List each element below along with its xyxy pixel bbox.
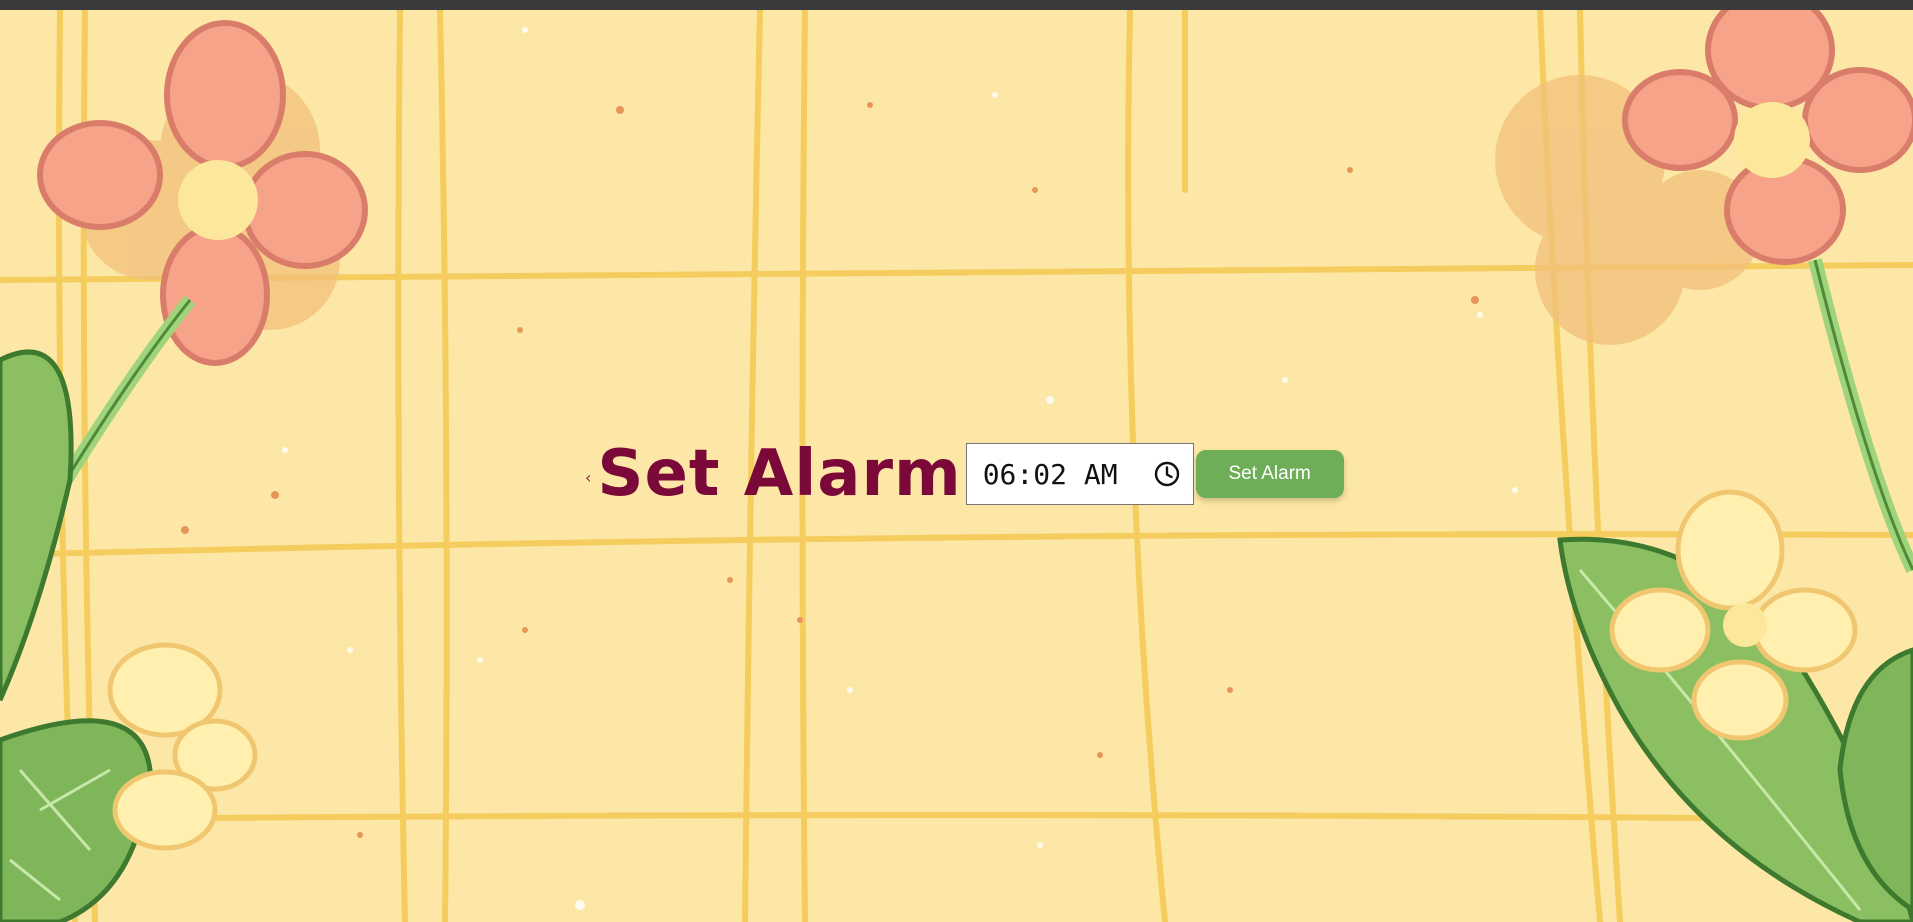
chevron-left-icon: ‹ [585, 467, 592, 487]
browser-top-bar [0, 0, 1913, 10]
alarm-form: ‹ Set Alarm 06:02 AM Set Alarm [585, 437, 1344, 511]
page-title: Set Alarm [597, 437, 962, 511]
set-alarm-button[interactable]: Set Alarm [1195, 450, 1344, 498]
alarm-page: ‹ Set Alarm 06:02 AM Set Alarm [0, 10, 1913, 922]
clock-icon[interactable] [1153, 460, 1181, 488]
alarm-time-input[interactable]: 06:02 AM [965, 443, 1194, 505]
alarm-time-value[interactable]: 06:02 AM [983, 458, 1153, 491]
